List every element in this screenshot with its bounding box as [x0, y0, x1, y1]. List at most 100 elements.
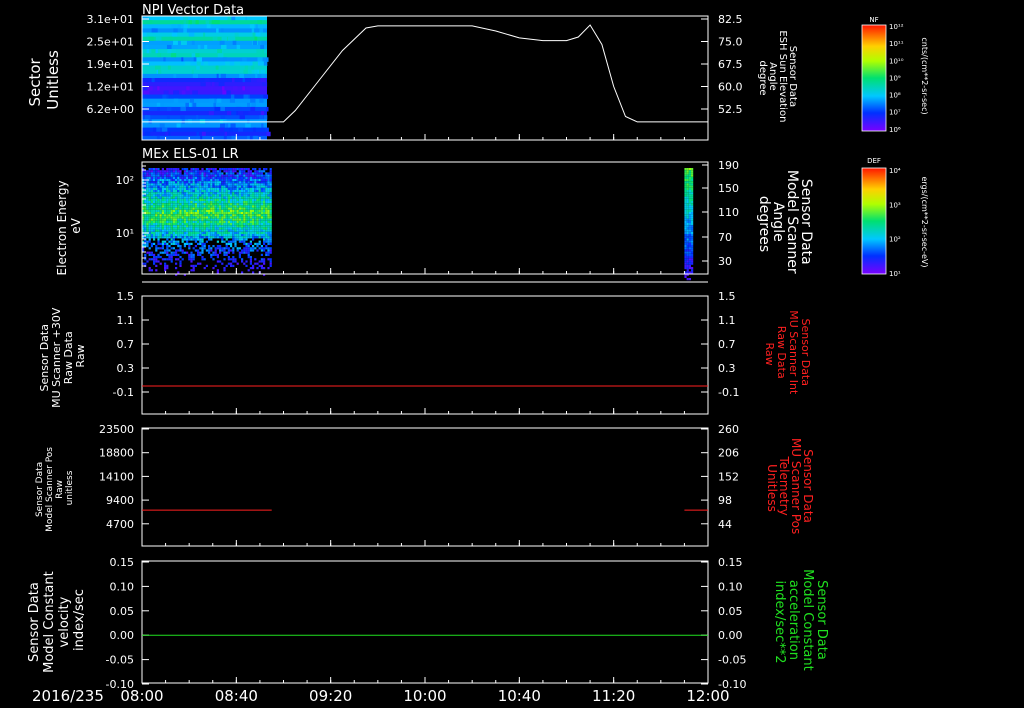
panel-2-heatmap-cell	[210, 174, 213, 177]
panel-2-heatmap-cell	[155, 223, 158, 226]
panel-2-heatmap-cell	[219, 170, 222, 173]
panel-1-heatmap-row	[142, 16, 267, 21]
panel-2-heatmap-cell	[219, 245, 222, 248]
panel-2-heatmap-cell	[146, 172, 149, 175]
panel-2-heatmap-cell	[192, 172, 195, 175]
panel-2-heatmap-cell	[249, 236, 252, 239]
panel-2-heatmap-cell	[225, 209, 228, 212]
panel-2-heatmap-cell	[225, 231, 228, 234]
panel-2-heatmap-cell	[153, 176, 156, 179]
panel-2-heatmap-cell	[247, 187, 250, 190]
panel-2-heatmap-cell	[686, 201, 689, 204]
panel-2-heatmap-cell	[188, 187, 191, 190]
panel-2-heatmap-cell	[258, 196, 261, 199]
panel-2-heatmap-cell	[263, 218, 266, 221]
panel-1-heatmap-cell	[239, 115, 245, 120]
panel-1-heatmap-cell	[173, 90, 180, 95]
panel-2-heatmap-cell	[164, 183, 167, 186]
panel-2-heatmap-cell	[183, 236, 186, 239]
panel-2-heatmap-cell	[230, 205, 233, 208]
panel-2-heatmap-cell	[172, 205, 175, 208]
panel-2-heatmap-cell	[256, 267, 259, 270]
panel-2-heatmap-cell	[688, 240, 692, 243]
panel-2-heatmap-cell	[225, 212, 228, 215]
panel-2-heatmap-cell	[219, 207, 222, 210]
panel-2-heatmap-cell	[153, 172, 156, 175]
panel-2-heatmap-cell	[203, 194, 206, 197]
panel-2-heatmap-cell	[684, 179, 687, 182]
panel-2-heatmap-cell	[159, 225, 162, 228]
panel-2-heatmap-cell	[254, 227, 257, 230]
panel-2-heatmap-cell	[223, 240, 226, 243]
panel-2-heatmap-cell	[254, 168, 257, 171]
panel-2-heatmap-cell	[267, 242, 270, 245]
panel-2-heatmap-cell	[210, 220, 213, 223]
panel-2-heatmap-cell	[691, 258, 694, 261]
panel-2-heatmap-cell	[688, 196, 692, 199]
panel-2-heatmap-cell	[177, 170, 180, 173]
panel-2-heatmap-cell	[223, 251, 226, 254]
panel-2-heatmap-cell	[269, 207, 272, 210]
panel-2-heatmap-cell	[148, 196, 151, 199]
panel-2-heatmap-cell	[269, 249, 272, 252]
panel-2-heatmap-cell	[203, 172, 206, 175]
panel-2-heatmap-cell	[691, 249, 694, 252]
panel-2-heatmap-cell	[183, 207, 186, 210]
panel-2-heatmap-cell	[172, 176, 175, 179]
panel-3-right-tick-label: 1.1	[718, 314, 736, 327]
panel-2-heatmap-cell	[684, 209, 687, 212]
panel-2-heatmap-cell	[267, 203, 270, 206]
panel-2-heatmap-cell	[166, 172, 169, 175]
panel-2-heatmap-cell	[269, 234, 272, 237]
panel-2-heatmap-cell	[249, 225, 252, 228]
panel-1-heatmap-cell	[163, 57, 166, 62]
panel-2-heatmap-cell	[686, 205, 689, 208]
panel-2-heatmap-cell	[170, 179, 173, 182]
panel-2-heatmap-cell	[265, 216, 268, 219]
panel-2-heatmap-cell	[166, 181, 169, 184]
panel-2-heatmap-cell	[254, 214, 257, 217]
panel-2-heatmap-cell	[686, 174, 689, 177]
panel-1-heatmap-cell	[221, 44, 227, 50]
panel-5-left-label-line-4: index/sec	[72, 589, 87, 651]
figure: NPI Vector Data 3.1e+012.5e+011.9e+011.2…	[0, 0, 1024, 708]
panel-2-heatmap-cell	[227, 205, 230, 208]
panel-2-heatmap-cell	[686, 271, 689, 274]
panel-2-heatmap-cell	[161, 229, 164, 232]
panel-2-heatmap-cell	[205, 179, 208, 182]
panel-1-heatmap-cell	[214, 106, 221, 112]
panel-2-heatmap-cell	[252, 249, 255, 252]
panel-2-heatmap-cell	[256, 209, 259, 212]
panel-2-heatmap-cell	[260, 214, 263, 217]
panel-2-heatmap-cell	[245, 174, 248, 177]
panel-2-heatmap-cell	[144, 253, 147, 256]
panel-2-heatmap-cell	[170, 216, 173, 219]
panel-1-heatmap-cell	[161, 127, 168, 133]
time-tick-label: 10:40	[498, 687, 541, 705]
panel-2-heatmap-cell	[188, 170, 191, 173]
panel-2-heatmap-cell	[232, 203, 235, 206]
panel-2-heatmap-cell	[247, 172, 250, 175]
panel-2-heatmap-cell	[267, 251, 270, 254]
panel-2-heatmap-cell	[148, 214, 151, 217]
panel-2-heatmap-cell	[236, 187, 239, 190]
panel-2-heatmap-cell	[192, 236, 195, 239]
panel-2-heatmap-cell	[203, 179, 206, 182]
panel-2-heatmap-cell	[267, 223, 270, 226]
panel-2-heatmap-cell	[161, 170, 164, 173]
panel-2-heatmap-cell	[148, 253, 151, 256]
panel-2-heatmap-cell	[199, 229, 202, 232]
panel-2-heatmap-cell	[177, 203, 180, 206]
panel-2-heatmap-cell	[688, 183, 692, 186]
panel-2-heatmap-cell	[686, 203, 689, 206]
panel-2-heatmap-cell	[157, 236, 160, 239]
panel-2-heatmap-cell	[686, 185, 689, 188]
panel-2-heatmap-cell	[177, 216, 180, 219]
panel-2-heatmap-cell	[179, 234, 182, 237]
panel-2-heatmap-cell	[146, 209, 149, 212]
panel-2-heatmap-cell	[208, 196, 211, 199]
panel-2-heatmap-cell	[179, 183, 182, 186]
panel-2-heatmap-cell	[252, 227, 255, 230]
panel-1-right-tick-label: 75.0	[718, 36, 743, 49]
panel-1-heatmap-cell	[188, 102, 192, 108]
